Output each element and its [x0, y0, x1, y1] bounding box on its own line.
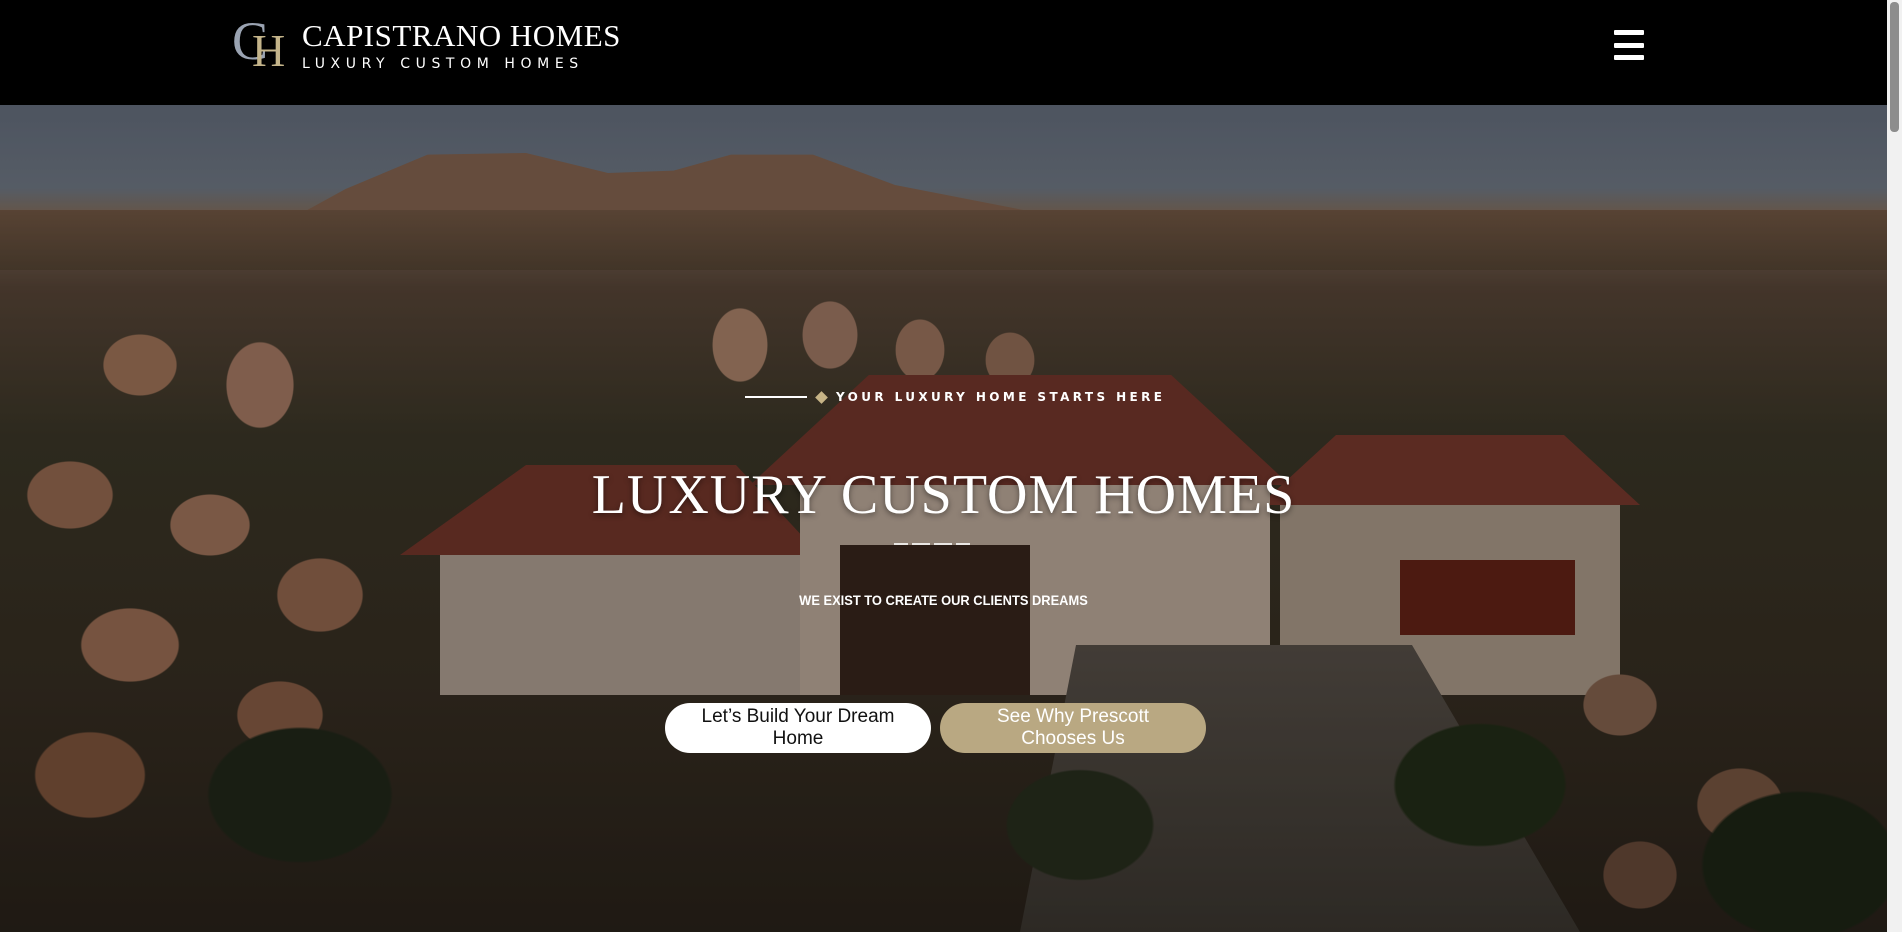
diamond-icon: [815, 390, 828, 404]
logo-title: CAPISTRANO HOMES: [302, 18, 621, 53]
logo-mark: C H: [232, 14, 288, 78]
eyebrow-line: [745, 396, 807, 398]
hamburger-bar: [1614, 30, 1644, 35]
logo-tagline: LUXURY CUSTOM HOMES: [302, 56, 584, 72]
logo-mark-h: H: [252, 25, 286, 76]
divider-segment: [956, 543, 970, 545]
eyebrow-text: YOUR LUXURY HOME STARTS HERE: [836, 390, 1166, 404]
hero-subtitle: WE EXIST TO CREATE OUR CLIENTS DREAMS: [799, 592, 1088, 608]
hamburger-bar: [1614, 42, 1644, 48]
hamburger-bar: [1614, 55, 1644, 60]
divider-segment: [894, 543, 908, 545]
scrollbar-thumb[interactable]: [1890, 2, 1899, 132]
logo-link[interactable]: C H CAPISTRANO HOMES LUXURY CUSTOM HOMES: [232, 14, 621, 78]
hero-eyebrow: YOUR LUXURY HOME STARTS HERE: [745, 390, 1165, 404]
hamburger-icon[interactable]: [1614, 30, 1644, 60]
divider-segment: [934, 543, 952, 545]
page: C H CAPISTRANO HOMES LUXURY CUSTOM HOMES: [0, 0, 1902, 932]
divider-segment: [912, 543, 930, 545]
hero-buttons: Let’s Build Your Dream Home See Why Pres…: [665, 703, 1206, 753]
site-header: C H CAPISTRANO HOMES LUXURY CUSTOM HOMES: [0, 0, 1887, 105]
build-dream-home-button[interactable]: Let’s Build Your Dream Home: [665, 703, 931, 753]
hero-content: YOUR LUXURY HOME STARTS HERE LUXURY CUST…: [0, 105, 1887, 932]
page-scrollbar[interactable]: [1887, 0, 1902, 932]
logo-text: CAPISTRANO HOMES LUXURY CUSTOM HOMES: [302, 18, 621, 74]
why-prescott-button[interactable]: See Why Prescott Chooses Us: [940, 703, 1206, 753]
title-divider: [894, 543, 970, 545]
hero-title: LUXURY CUSTOM HOMES: [591, 464, 1296, 526]
